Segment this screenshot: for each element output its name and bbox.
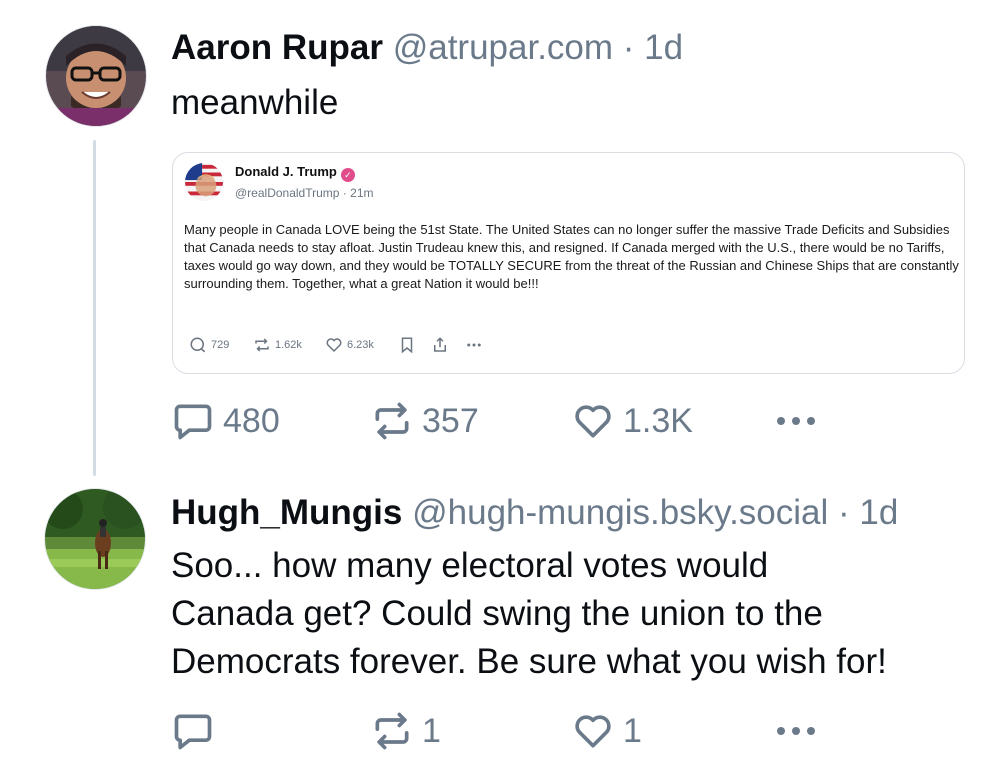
post-text: meanwhile <box>171 83 339 122</box>
like-button[interactable]: 1 <box>571 709 642 753</box>
separator-dot: · <box>622 28 635 67</box>
share-icon <box>434 337 446 352</box>
repost-icon <box>375 712 409 750</box>
more-icon <box>467 343 481 347</box>
post-text: Soo... how many electoral votes would Ca… <box>171 542 887 686</box>
more-icon <box>777 727 815 735</box>
like-button[interactable]: 1.3K <box>571 399 693 443</box>
embedded-post-image[interactable]: Donald J. Trump ✓ @realDonaldTrump · 21m … <box>172 152 965 374</box>
verified-badge-icon: ✓ <box>340 168 355 182</box>
bookmark-icon <box>401 337 413 354</box>
author-handle[interactable]: @hugh-mungis.bsky.social <box>412 493 828 532</box>
post-time[interactable]: 1d <box>644 28 683 67</box>
author-avatar[interactable] <box>45 25 147 127</box>
embedded-author-name: Donald J. Trump ✓ <box>235 164 355 182</box>
post-header: Aaron Rupar @atrupar.com · 1d <box>171 28 683 68</box>
flag-portrait-icon <box>185 163 223 201</box>
embedded-handle: @realDonaldTrump <box>235 186 340 200</box>
repost-icon <box>255 338 269 352</box>
embedded-post-text: Many people in Canada LOVE being the 51s… <box>184 222 959 291</box>
heart-icon <box>575 405 611 438</box>
embedded-author-avatar <box>185 163 223 201</box>
horse-rider-photo <box>45 489 145 589</box>
thread-line <box>93 140 96 476</box>
post-header: Hugh_Mungis @hugh-mungis.bsky.social · 1… <box>171 493 898 533</box>
author-name[interactable]: Hugh_Mungis <box>171 493 402 532</box>
embedded-more <box>465 336 483 354</box>
repost-button[interactable]: 1 <box>370 709 441 753</box>
embedded-share <box>431 336 449 354</box>
more-icon <box>777 417 815 425</box>
embedded-likes: 6.23k <box>325 336 374 354</box>
repost-button[interactable]: 357 <box>370 399 479 443</box>
more-options-button[interactable] <box>771 709 821 758</box>
reply-button[interactable] <box>171 709 223 753</box>
post-text-line: Canada get? Could swing the union to the <box>171 594 823 633</box>
author-name[interactable]: Aaron Rupar <box>171 28 383 67</box>
author-handle[interactable]: @atrupar.com <box>393 28 613 67</box>
user-avatar-photo <box>46 26 146 126</box>
reply-button[interactable]: 480 <box>171 399 280 443</box>
repost-icon <box>375 402 409 440</box>
embedded-bookmark <box>399 336 415 354</box>
reply-count: 480 <box>223 401 280 440</box>
post-text-line: Soo... how many electoral votes would <box>171 546 769 585</box>
reply-icon <box>174 404 212 440</box>
like-count: 1 <box>623 711 642 750</box>
like-count: 1.3K <box>623 401 693 440</box>
embedded-separator: · <box>342 186 347 200</box>
separator-dot: · <box>838 493 850 532</box>
embedded-reposts: 1.62k <box>253 336 302 354</box>
post-text-line: Democrats forever. Be sure what you wish… <box>171 642 887 681</box>
embedded-replies: 729 <box>189 336 229 354</box>
more-options-button[interactable] <box>771 399 821 448</box>
embedded-time: 21m <box>350 186 374 200</box>
repost-count: 357 <box>422 401 479 440</box>
reply-icon <box>190 337 206 353</box>
embedded-author-meta: @realDonaldTrump · 21m <box>235 186 373 200</box>
post-time[interactable]: 1d <box>859 493 898 532</box>
repost-count: 1 <box>422 711 441 750</box>
author-avatar[interactable] <box>44 488 146 590</box>
heart-icon <box>575 715 611 748</box>
reply-icon <box>174 714 212 750</box>
heart-icon <box>326 338 342 353</box>
